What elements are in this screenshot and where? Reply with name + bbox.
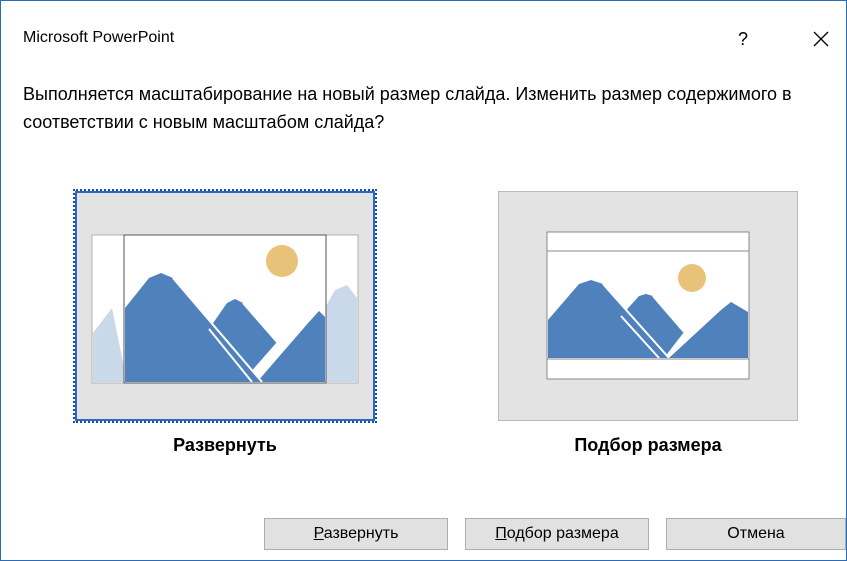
fit-option-label: Подбор размера bbox=[574, 435, 722, 455]
cancel-button[interactable]: Отмена bbox=[666, 518, 846, 550]
fit-button[interactable]: Подбор размера bbox=[465, 518, 649, 550]
close-icon bbox=[813, 31, 829, 47]
fit-button-label: одбор размера bbox=[506, 525, 619, 542]
fit-option[interactable] bbox=[498, 191, 798, 421]
maximize-option-label: Развернуть bbox=[173, 435, 277, 455]
close-button[interactable] bbox=[799, 17, 843, 61]
maximize-button-mnemonic: Р bbox=[313, 525, 324, 542]
maximize-preview-icon bbox=[91, 234, 359, 384]
help-button[interactable]: ? bbox=[723, 19, 763, 59]
maximize-option[interactable] bbox=[73, 189, 377, 423]
dialog-window: Microsoft PowerPoint ? Выполняется масшт… bbox=[0, 0, 847, 561]
window-title: Microsoft PowerPoint bbox=[23, 29, 175, 46]
dialog-message: Выполняется масштабирование на новый раз… bbox=[23, 84, 792, 132]
fit-preview-icon bbox=[546, 231, 750, 380]
title-bar: Microsoft PowerPoint ? bbox=[1, 1, 846, 77]
dialog-content: Выполняется масштабирование на новый раз… bbox=[1, 77, 846, 560]
maximize-button-label: азвернуть bbox=[323, 525, 399, 542]
fit-button-mnemonic: П bbox=[495, 525, 507, 542]
maximize-button[interactable]: Развернуть bbox=[264, 518, 448, 550]
